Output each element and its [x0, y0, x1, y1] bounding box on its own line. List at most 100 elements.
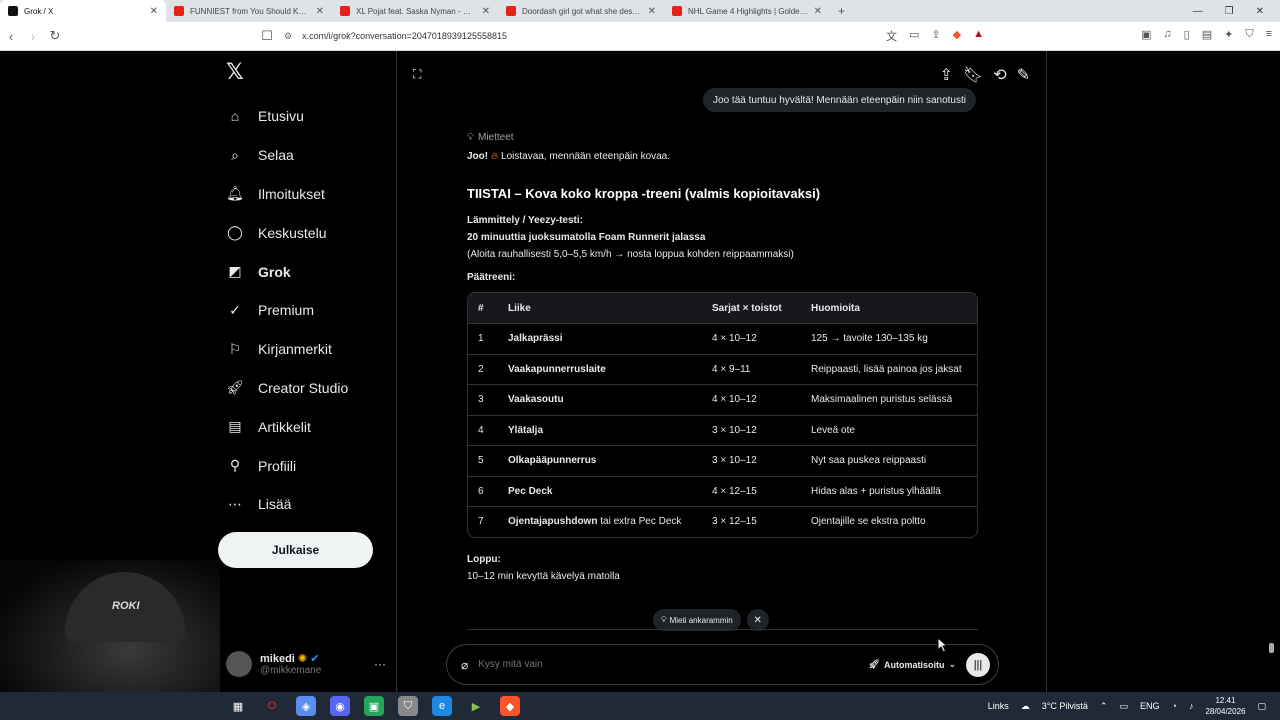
- scrollbar-thumb[interactable]: [1269, 643, 1274, 653]
- extension-icons: ▣ ♫ ▯ ▤ ✦ ⛉ ≡: [1141, 28, 1272, 41]
- bookmark-chat-icon[interactable]: 🔖︎: [963, 65, 983, 85]
- xbox-icon[interactable]: ▣: [364, 696, 384, 716]
- browser-tab[interactable]: Doordash girl got what she deserved ✕: [498, 0, 664, 22]
- close-window-icon[interactable]: ✕: [1256, 6, 1264, 17]
- table-row: 3 Vaakasoutu 4 × 10–12 Maksimaalinen pur…: [468, 384, 977, 415]
- minimize-icon[interactable]: —: [1193, 6, 1203, 17]
- close-tab-icon[interactable]: ✕: [316, 6, 324, 17]
- avatar: [226, 651, 252, 677]
- user-name: mikedi ✺ ✔: [260, 653, 320, 665]
- close-tab-icon[interactable]: ✕: [482, 6, 490, 17]
- share-chat-icon[interactable]: ⇪: [939, 65, 952, 85]
- new-tab-button[interactable]: +: [830, 4, 853, 18]
- new-chat-icon[interactable]: ✎: [1017, 65, 1030, 85]
- browser-tab[interactable]: Grok / X ✕: [0, 0, 166, 22]
- sidebar-item-premium[interactable]: ✓ Premium: [226, 291, 348, 330]
- sidebar-item-artikkelit[interactable]: ▤ Artikkelit: [226, 407, 348, 446]
- workout-table: # Liike Sarjat × toistot Huomioita 1 Jal…: [467, 292, 978, 538]
- chevron-down-icon: ⌄: [948, 659, 956, 669]
- translate-icon[interactable]: 文: [886, 28, 897, 44]
- close-tab-icon[interactable]: ✕: [150, 6, 158, 17]
- network-icon[interactable]: ◔: [1172, 701, 1177, 711]
- task-view-icon[interactable]: ▦: [228, 696, 248, 716]
- youtube-icon: [174, 6, 184, 16]
- close-tab-icon[interactable]: ✕: [648, 6, 656, 17]
- forward-icon[interactable]: ›: [22, 29, 44, 44]
- sidebar-item-creator-studio[interactable]: 🚀︎ Creator Studio: [226, 369, 348, 408]
- browser-tab[interactable]: XL Pojat feat. Saska Nyman - Rikollis ✕: [332, 0, 498, 22]
- sidebar-item-ilmoitukset[interactable]: 🔔︎ Ilmoitukset: [226, 175, 348, 214]
- app-icon[interactable]: ◈: [296, 696, 316, 716]
- row-move: Pec Deck: [498, 475, 702, 507]
- music-icon[interactable]: ♫: [1163, 28, 1171, 41]
- menu-icon[interactable]: ≡: [1266, 28, 1272, 41]
- more-circle-icon: ⋯: [228, 495, 242, 512]
- history-icon[interactable]: ⟲: [993, 65, 1006, 85]
- browser-tab[interactable]: NHL Game 4 Highlights | Golden Kni ✕: [664, 0, 830, 22]
- attach-icon[interactable]: ⌀: [461, 658, 468, 672]
- media-icon[interactable]: ▶: [466, 696, 486, 716]
- brave-rewards-icon[interactable]: ▲: [973, 28, 984, 44]
- row-number: 4: [468, 414, 498, 446]
- opera-icon[interactable]: O: [262, 696, 282, 716]
- battery-icon[interactable]: ▭: [1119, 701, 1128, 712]
- links-toolbar[interactable]: Links: [988, 701, 1009, 711]
- more-dots-icon[interactable]: ···: [374, 657, 386, 671]
- sidebar-item-etusivu[interactable]: ⌂ Etusivu: [226, 97, 348, 136]
- sidebar-item-selaa[interactable]: ⌕ Selaa: [226, 136, 348, 175]
- reader-icon[interactable]: ▣: [1141, 28, 1151, 41]
- suggestion-row: 💡︎ Mieti ankarammin ✕: [653, 609, 769, 631]
- voice-mode-button[interactable]: |||: [966, 652, 990, 677]
- sidebar-item-profiili[interactable]: ⚲ Profiili: [226, 446, 348, 485]
- sidebar-item-lisää[interactable]: ⋯ Lisää: [226, 485, 348, 524]
- cast-icon[interactable]: ▭: [909, 28, 919, 44]
- brave-icon[interactable]: ◆: [500, 696, 520, 716]
- sidebar-item-keskustelu[interactable]: ◯ Keskustelu: [226, 213, 348, 252]
- expand-icon[interactable]: ⛶: [413, 67, 421, 82]
- dismiss-icon[interactable]: ✕: [746, 609, 769, 631]
- think-harder-chip[interactable]: 💡︎ Mieti ankarammin: [653, 609, 741, 631]
- language[interactable]: ENG: [1140, 701, 1160, 711]
- clock[interactable]: 12.41 28/04/2026: [1205, 695, 1245, 717]
- chat-input[interactable]: [478, 659, 869, 670]
- response-intro: Joo! 🔥︎ Loistavaa, mennään eteenpäin kov…: [467, 151, 978, 162]
- site-settings-icon[interactable]: ⚙: [284, 31, 292, 42]
- close-tab-icon[interactable]: ✕: [814, 6, 822, 17]
- share-icon[interactable]: ⇪: [931, 28, 940, 44]
- discord-icon[interactable]: ◉: [330, 696, 350, 716]
- wallet-icon[interactable]: ▤: [1202, 28, 1212, 41]
- row-note: Nyt saa puskea reippaasti: [801, 445, 977, 476]
- bookmark-page-icon[interactable]: ☐: [256, 28, 278, 44]
- weather[interactable]: 3°C Pilvistä: [1042, 701, 1088, 711]
- bell-icon: 🔔︎: [226, 185, 244, 202]
- brave-shields-icon[interactable]: ◆: [953, 28, 961, 44]
- mode-selector[interactable]: 🚀︎ Automatisoitu ⌄: [869, 659, 956, 670]
- vpn-app-icon[interactable]: ⛉: [398, 696, 418, 716]
- end-text: 10–12 min kevyttä kävelyä matolla: [467, 570, 620, 582]
- edge-icon[interactable]: e: [432, 696, 452, 716]
- restore-icon[interactable]: ❐: [1225, 6, 1234, 17]
- rocket-icon: 🚀︎: [868, 659, 880, 669]
- row-sets: 4 × 10–12: [702, 323, 801, 354]
- volume-icon[interactable]: ♪: [1189, 701, 1194, 711]
- reload-icon[interactable]: ↻: [44, 28, 66, 44]
- clock-time: 12.41: [1215, 696, 1236, 705]
- back-icon[interactable]: ‹: [0, 29, 22, 44]
- x-logo-icon[interactable]: 𝕏: [226, 59, 244, 85]
- vpn-icon[interactable]: ⛉: [1245, 28, 1253, 41]
- sidebar-item-kirjanmerkit[interactable]: ⚐ Kirjanmerkit: [226, 330, 348, 369]
- composer: ⌀ 🚀︎Automatisoitu⌄ |||: [446, 644, 999, 685]
- sidebar-item-label: Creator Studio: [258, 379, 349, 396]
- leo-icon[interactable]: ✦: [1224, 28, 1233, 41]
- tray-chevron-icon[interactable]: ⌃: [1100, 701, 1108, 712]
- row-move: Ojentajapushdown tai extra Pec Deck: [498, 506, 702, 537]
- browser-tab[interactable]: FUNNIEST from You Should Know Po ✕: [166, 0, 332, 22]
- thoughts-toggle[interactable]: 💡︎ Mietteet: [467, 129, 978, 145]
- notifications-icon[interactable]: ▢: [1257, 701, 1266, 712]
- sidebar-item-grok[interactable]: ◩ Grok: [226, 252, 348, 291]
- row-number: 3: [468, 384, 498, 415]
- url-field[interactable]: ⚙ x.com/i/grok?conversation=204701893912…: [284, 26, 868, 46]
- sidebar-icon[interactable]: ▯: [1184, 28, 1190, 41]
- post-button[interactable]: Julkaise: [218, 532, 373, 568]
- account-switcher[interactable]: mikedi ✺ ✔ @mikkemane ···: [226, 647, 386, 681]
